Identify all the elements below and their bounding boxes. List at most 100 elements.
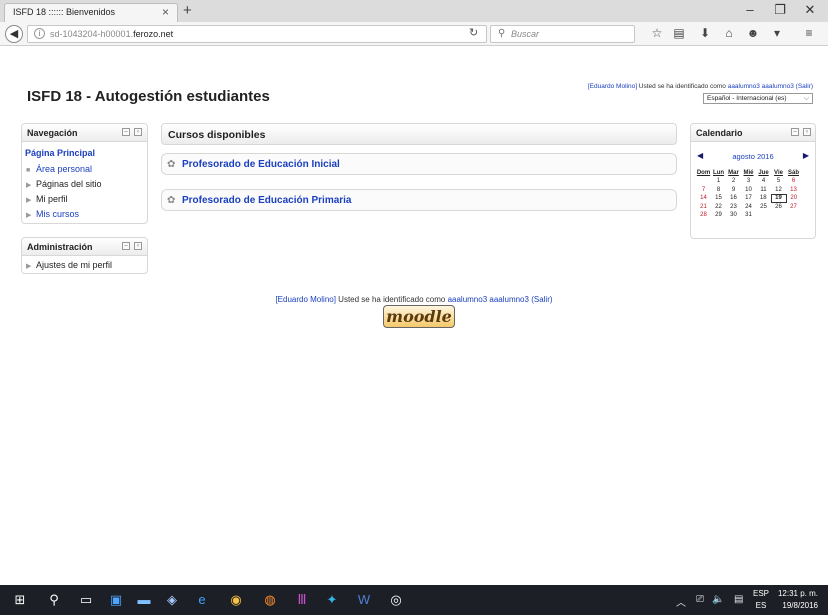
login-as-link[interactable]: aaalumno3 aaalumno3 (728, 83, 794, 90)
calendar-day[interactable]: 21 (696, 203, 711, 212)
calendar-day[interactable]: 17 (741, 194, 756, 203)
app-icon[interactable]: ▣ (108, 592, 124, 608)
calendar-day[interactable]: 13 (786, 186, 801, 195)
course-link[interactable]: Profesorado de Educación Primaria (182, 195, 352, 206)
nav-item-paginas[interactable]: ▶ Páginas del sitio (26, 179, 102, 189)
reload-icon[interactable]: ↻ (469, 26, 478, 39)
url-bar[interactable]: i sd-1043204-h00001.ferozo.net (27, 25, 487, 43)
course-item[interactable]: ✿ Profesorado de Educación Inicial (161, 153, 677, 175)
browser-tab[interactable]: ISFD 18 :::::: Bienvenidos × (4, 3, 178, 22)
calendar-day[interactable]: 3 (741, 177, 756, 186)
firefox-icon[interactable]: ◍ (262, 592, 278, 608)
word-icon[interactable]: W (356, 592, 372, 608)
close-tab-icon[interactable]: × (162, 5, 169, 19)
calendar-day[interactable]: 24 (741, 203, 756, 212)
calendar-day[interactable]: 6 (786, 177, 801, 186)
bookmark-star-icon[interactable]: ☆ (648, 26, 666, 40)
task-view-icon[interactable]: ▭ (78, 592, 94, 608)
search-icon: ⚲ (498, 28, 506, 39)
calendar-day[interactable]: 18 (756, 194, 771, 203)
download-icon[interactable]: ⬇ (696, 26, 714, 40)
collapse-icon[interactable]: – (122, 242, 130, 250)
calendar-day[interactable]: 31 (741, 211, 756, 220)
course-link[interactable]: Profesorado de Educación Inicial (182, 159, 340, 170)
reading-list-icon[interactable]: ▤ (670, 26, 688, 40)
close-window-icon[interactable]: ✕ (800, 2, 820, 18)
next-month-icon[interactable]: ▶ (803, 151, 809, 160)
calendar-day[interactable]: 29 (711, 211, 726, 220)
footer-login-info: [Eduardo Molino] Usted se ha identificad… (275, 295, 553, 304)
calendar-day[interactable]: 27 (786, 203, 801, 212)
calendar-day[interactable]: 9 (726, 186, 741, 195)
app-icon[interactable]: Ⅲ (294, 592, 310, 608)
pocket-icon[interactable]: ▾ (768, 26, 786, 40)
calendar-day[interactable]: 2 (726, 177, 741, 186)
nav-item-mi-perfil[interactable]: ▶ Mi perfil (26, 194, 68, 204)
calendar-day[interactable]: 20 (786, 194, 801, 203)
user-link[interactable]: [Eduardo Molino] (588, 83, 637, 90)
chevron-up-icon[interactable]: ︿ (676, 594, 686, 609)
edge-icon[interactable]: e (194, 592, 210, 608)
volume-icon[interactable]: 🔈 (712, 594, 724, 605)
calendar-day[interactable]: 19 (770, 193, 787, 203)
home-icon[interactable]: ⌂ (720, 26, 738, 40)
calendar-day-header: Dom (696, 169, 711, 176)
calendar-month[interactable]: agosto 2016 (691, 152, 815, 161)
calendar-day[interactable]: 26 (771, 203, 786, 212)
block-title: Navegación (27, 128, 78, 138)
calendar-day[interactable]: 1 (711, 177, 726, 186)
input-language[interactable]: ESP ES (753, 588, 769, 612)
new-tab-icon[interactable]: + (183, 2, 192, 19)
windows-start-icon[interactable]: ⊞ (12, 592, 28, 608)
calendar-day[interactable]: 8 (711, 186, 726, 195)
calendar-day[interactable]: 10 (741, 186, 756, 195)
app-icon[interactable]: ◎ (388, 592, 404, 608)
logout-link[interactable]: (Salir) (531, 295, 552, 304)
language-select[interactable]: Español - Internacional (es) ⌵ (703, 93, 813, 104)
file-explorer-icon[interactable]: ▬ (136, 592, 152, 608)
minimize-icon[interactable]: – (740, 2, 760, 17)
calendar-day[interactable]: 15 (711, 194, 726, 203)
notification-icon[interactable]: ▤ (734, 594, 743, 605)
login-as-link[interactable]: aaalumno3 aaalumno3 (448, 295, 529, 304)
calendar-day[interactable]: 22 (711, 203, 726, 212)
calendar-day[interactable]: 4 (756, 177, 771, 186)
login-info: [Eduardo Molino] Usted se ha identificad… (587, 83, 813, 90)
course-item[interactable]: ✿ Profesorado de Educación Primaria (161, 189, 677, 211)
search-bar[interactable]: ⚲ Buscar (490, 25, 635, 43)
info-icon[interactable]: i (34, 28, 45, 39)
chat-icon[interactable]: ☻ (744, 26, 762, 40)
calendar-day[interactable]: 30 (726, 211, 741, 220)
nav-item-area-personal[interactable]: ■ Área personal (26, 164, 92, 174)
chrome-icon[interactable]: ◉ (228, 592, 244, 608)
calendar-day[interactable]: 23 (726, 203, 741, 212)
app-icon[interactable]: ✦ (324, 592, 340, 608)
back-button[interactable]: ◀ (5, 25, 23, 43)
calendar-day[interactable]: 7 (696, 186, 711, 195)
calendar-day[interactable]: 11 (756, 186, 771, 195)
network-icon[interactable]: ⎚ (696, 594, 704, 605)
logout-link[interactable]: (Salir) (796, 83, 813, 90)
system-clock[interactable]: 12:31 p. m. 19/8/2016 (778, 588, 818, 612)
calendar-day[interactable]: 14 (696, 194, 711, 203)
calendar-day[interactable]: 28 (696, 211, 711, 220)
nav-home-link[interactable]: Página Principal (25, 148, 95, 158)
maximize-icon[interactable]: ❐ (770, 2, 790, 18)
calendar-day[interactable]: 16 (726, 194, 741, 203)
admin-item-ajustes[interactable]: ▶ Ajustes de mi perfil (26, 260, 112, 270)
search-icon[interactable]: ⚲ (46, 592, 62, 608)
menu-icon[interactable]: ≡ (800, 26, 818, 40)
user-link[interactable]: [Eduardo Molino] (275, 295, 335, 304)
moodle-logo[interactable]: moodle (383, 305, 455, 328)
dock-icon[interactable]: ‹ (134, 128, 142, 136)
navigation-block: Navegación – ‹ Página Principal ■ Área pe… (21, 123, 148, 224)
collapse-icon[interactable]: – (791, 128, 799, 136)
dock-icon[interactable]: ‹ (803, 128, 811, 136)
dock-icon[interactable]: ‹ (134, 242, 142, 250)
calendar-day[interactable]: 5 (771, 177, 786, 186)
calendar-day[interactable]: 12 (771, 186, 786, 195)
app-icon[interactable]: ◈ (164, 592, 180, 608)
calendar-day[interactable]: 25 (756, 203, 771, 212)
nav-item-mis-cursos[interactable]: ▶ Mis cursos (26, 209, 79, 219)
collapse-icon[interactable]: – (122, 128, 130, 136)
